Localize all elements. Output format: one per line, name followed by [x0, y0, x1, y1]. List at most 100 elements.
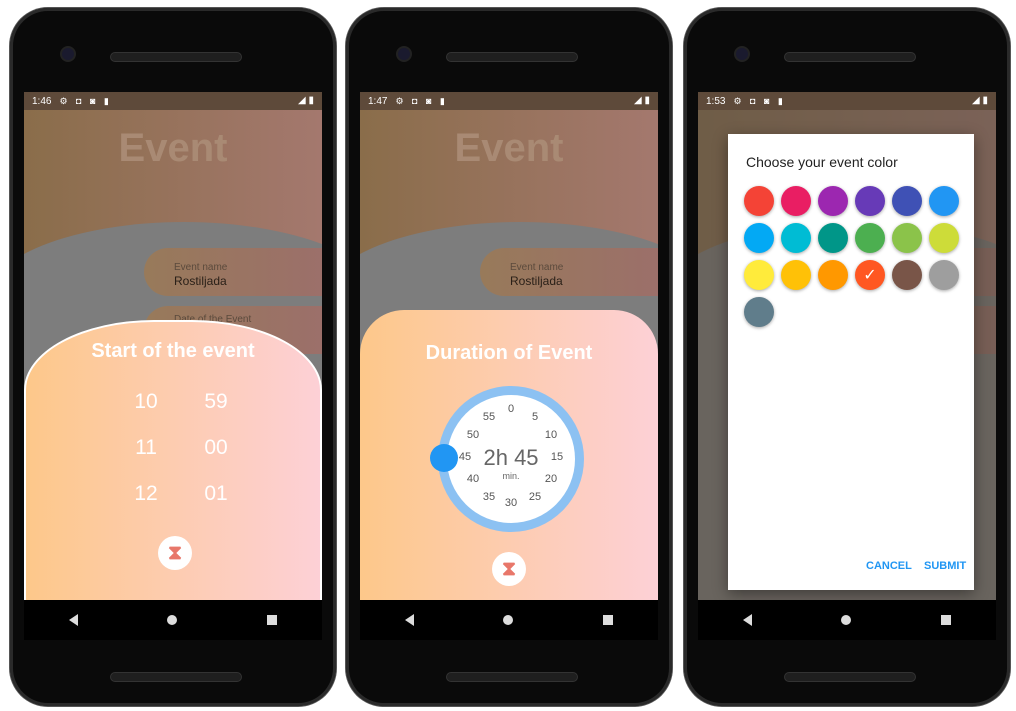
color-swatch[interactable]: [744, 223, 774, 253]
bottom-speaker: [784, 672, 916, 682]
hourglass-icon: ⧗: [167, 541, 183, 564]
field-value: Rostiljada: [174, 274, 227, 288]
recents-icon[interactable]: [941, 615, 952, 625]
front-camera: [398, 48, 410, 60]
duration-minutes: 45: [514, 445, 539, 470]
screen: Choose your event color ✓ CANCEL SUBMIT …: [698, 92, 996, 608]
color-swatch[interactable]: [781, 223, 811, 253]
earpiece-speaker: [446, 52, 578, 62]
sheet-title: Duration of Event: [425, 342, 593, 364]
minute-value[interactable]: 59: [196, 390, 236, 414]
hour-value[interactable]: 12: [126, 482, 166, 506]
earpiece-speaker: [784, 52, 916, 62]
hourglass-button[interactable]: ⧗: [492, 552, 526, 586]
color-swatch[interactable]: [781, 260, 811, 290]
color-swatch-selected[interactable]: ✓: [855, 260, 885, 290]
bottom-speaker: [110, 672, 242, 682]
field-label: Event name: [510, 262, 564, 273]
home-icon[interactable]: [167, 615, 178, 625]
status-time: 1:53: [706, 95, 726, 107]
dial-handle[interactable]: [430, 444, 458, 472]
event-name-field[interactable]: Event name Rostiljada: [480, 248, 658, 296]
dial-number: 0: [507, 403, 515, 415]
dial-number: 10: [544, 429, 558, 441]
dial-number: 30: [504, 497, 518, 509]
home-icon[interactable]: [503, 615, 514, 625]
color-swatch[interactable]: [744, 186, 774, 216]
signal-icon: ◢ ▮: [298, 95, 314, 106]
front-camera: [736, 48, 748, 60]
minute-value-selected[interactable]: 00: [196, 436, 236, 460]
color-swatch[interactable]: [855, 186, 885, 216]
nav-bar: [24, 600, 322, 640]
field-label: Event name: [174, 262, 228, 273]
status-bar: 1:47 ⚙ ◘ ◙ ▮ ◢ ▮: [360, 92, 658, 110]
start-time-sheet: Start of the event 10 11 12 59 00 01 ⧗: [24, 320, 322, 608]
hour-value[interactable]: 10: [126, 390, 166, 414]
status-bar: 1:53 ⚙ ◘ ◙ ▮ ◢ ▮: [698, 92, 996, 110]
bottom-speaker: [446, 672, 578, 682]
nav-bar: [360, 600, 658, 640]
notification-icons: ⚙ ◘ ◙ ▮: [733, 95, 786, 106]
front-camera: [62, 48, 74, 60]
color-swatch[interactable]: [929, 223, 959, 253]
color-swatch[interactable]: [855, 223, 885, 253]
screen: Event Event name Rostiljada Date of the …: [24, 92, 322, 608]
duration-unit: min.: [502, 471, 520, 481]
color-swatch[interactable]: [929, 186, 959, 216]
color-picker-dialog: Choose your event color ✓ CANCEL SUBMIT: [728, 134, 974, 590]
color-swatch[interactable]: [929, 260, 959, 290]
back-icon[interactable]: [742, 614, 752, 626]
submit-button[interactable]: SUBMIT: [924, 560, 966, 572]
signal-icon: ◢ ▮: [972, 95, 988, 106]
color-swatch[interactable]: [818, 186, 848, 216]
dial-face: 0 5 10 15 20 25 30 35 40 45 50 55 2h 45: [447, 395, 575, 523]
phone-2: Event Event name Rostiljada Duration of …: [346, 8, 672, 706]
status-bar: 1:46 ⚙ ◘ ◙ ▮ ◢ ▮: [24, 92, 322, 110]
sheet-title: Start of the event: [91, 340, 255, 362]
notification-icons: ⚙ ◘ ◙ ▮: [395, 95, 448, 106]
signal-icon: ◢ ▮: [634, 95, 650, 106]
color-swatch[interactable]: [744, 297, 774, 327]
hourglass-icon: ⧗: [501, 557, 517, 580]
recents-icon[interactable]: [603, 615, 614, 625]
dial-number: 25: [528, 491, 542, 503]
back-icon[interactable]: [404, 614, 414, 626]
screen: Event Event name Rostiljada Duration of …: [360, 92, 658, 608]
minute-value[interactable]: 01: [196, 482, 236, 506]
status-time: 1:47: [368, 95, 388, 107]
page-title: Event: [118, 126, 228, 170]
duration-dial[interactable]: 0 5 10 15 20 25 30 35 40 45 50 55 2h 45: [430, 386, 584, 532]
color-swatch[interactable]: [892, 223, 922, 253]
hour-value-selected[interactable]: 11: [126, 436, 166, 460]
dial-number: 50: [466, 429, 480, 441]
color-swatch[interactable]: [818, 223, 848, 253]
hourglass-button[interactable]: ⧗: [158, 536, 192, 570]
dial-number: 35: [482, 491, 496, 503]
duration-sheet: Duration of Event 0 5 10 15 20 25 30 35 …: [360, 310, 658, 608]
phone-1: Event Event name Rostiljada Date of the …: [10, 8, 336, 706]
duration-hours: 2h: [483, 445, 508, 470]
page-title: Event: [454, 126, 564, 170]
event-name-field[interactable]: Event name Rostiljada: [144, 248, 322, 296]
cancel-button[interactable]: CANCEL: [866, 560, 912, 572]
color-swatch[interactable]: [892, 186, 922, 216]
color-swatch[interactable]: [818, 260, 848, 290]
home-icon[interactable]: [841, 615, 852, 625]
field-value: Rostiljada: [510, 274, 563, 288]
color-swatch[interactable]: [781, 186, 811, 216]
check-icon: ✓: [863, 267, 877, 284]
dial-number: 55: [482, 411, 496, 423]
notification-icons: ⚙ ◘ ◙ ▮: [59, 95, 112, 106]
back-icon[interactable]: [68, 614, 78, 626]
recents-icon[interactable]: [267, 615, 278, 625]
color-swatch[interactable]: [744, 260, 774, 290]
earpiece-speaker: [110, 52, 242, 62]
dial-number: 5: [531, 411, 539, 423]
phone-3: Choose your event color ✓ CANCEL SUBMIT …: [684, 8, 1010, 706]
color-swatch[interactable]: [892, 260, 922, 290]
duration-readout: 2h 45: [447, 445, 575, 471]
status-time: 1:46: [32, 95, 52, 107]
dialog-title: Choose your event color: [746, 154, 898, 170]
nav-bar: [698, 600, 996, 640]
